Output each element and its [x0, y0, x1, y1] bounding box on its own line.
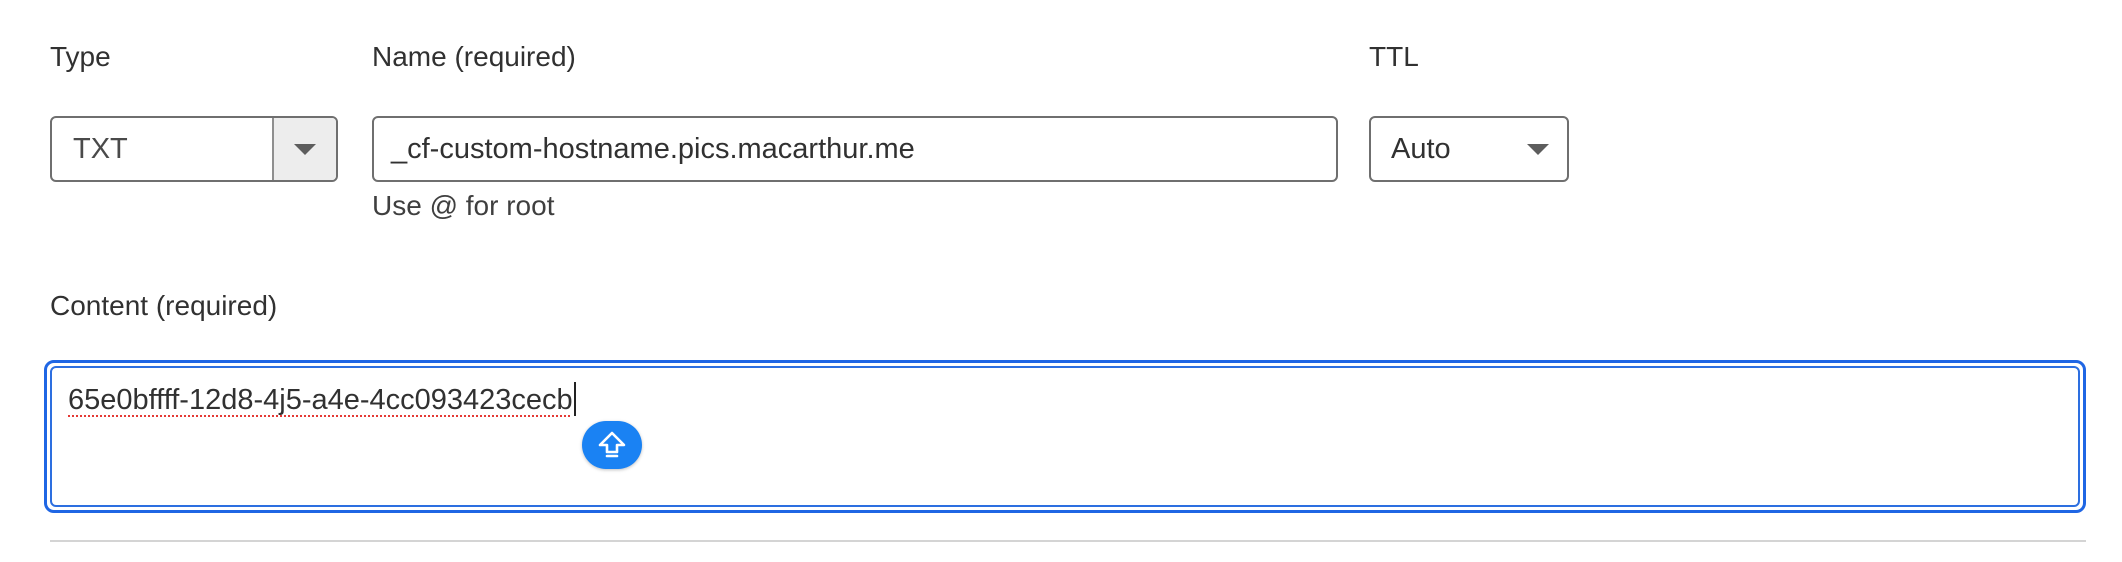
dns-record-form: Type Name (required) TTL TXT _cf-custom-… [0, 0, 2122, 562]
content-label: Content (required) [50, 290, 278, 321]
type-label: Type [50, 41, 111, 72]
content-value: 65e0bffff-12d8-4j5-a4e-4cc093423cecb [68, 382, 576, 418]
name-helper-text: Use @ for root [372, 190, 555, 221]
ttl-label: TTL [1369, 41, 1419, 72]
content-value-text: 65e0bffff-12d8-4j5-a4e-4cc093423cecb [68, 384, 573, 416]
name-input-value: _cf-custom-hostname.pics.macarthur.me [391, 133, 915, 165]
chevron-down-icon [1527, 144, 1549, 155]
ttl-select-value: Auto [1391, 133, 1451, 165]
type-select-value: TXT [73, 133, 128, 165]
floating-action-button[interactable] [582, 421, 642, 469]
content-textarea[interactable]: 65e0bffff-12d8-4j5-a4e-4cc093423cecb [44, 360, 2086, 513]
arrow-up-icon [598, 431, 626, 458]
form-divider [50, 540, 2086, 542]
chevron-down-icon [294, 143, 316, 155]
ttl-select[interactable]: Auto [1369, 116, 1569, 182]
type-select[interactable]: TXT [50, 116, 338, 182]
content-textarea-inner: 65e0bffff-12d8-4j5-a4e-4cc093423cecb [50, 366, 2080, 507]
type-select-toggle[interactable] [272, 118, 336, 180]
text-cursor [573, 382, 576, 416]
name-label: Name (required) [372, 41, 576, 72]
name-input[interactable]: _cf-custom-hostname.pics.macarthur.me [372, 116, 1338, 182]
